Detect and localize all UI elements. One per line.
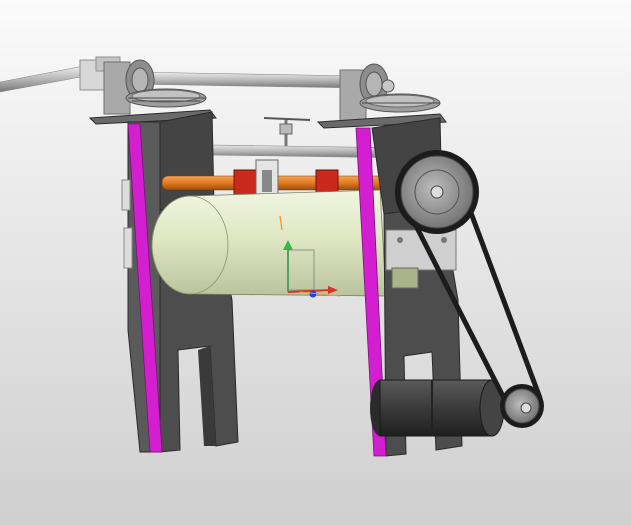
- input-shaft[interactable]: [0, 56, 121, 93]
- motor[interactable]: [370, 379, 505, 437]
- top-shaft[interactable]: [127, 71, 361, 89]
- bevel-gear-right[interactable]: [339, 63, 441, 123]
- bevel-gear-left[interactable]: [103, 59, 207, 115]
- main-drum[interactable]: [151, 189, 387, 297]
- assembly-model[interactable]: [0, 0, 631, 525]
- cad-viewport[interactable]: [0, 0, 631, 525]
- large-pulley[interactable]: [395, 150, 479, 234]
- tension-screw-handle[interactable]: [263, 117, 311, 150]
- small-pulley[interactable]: [500, 384, 544, 428]
